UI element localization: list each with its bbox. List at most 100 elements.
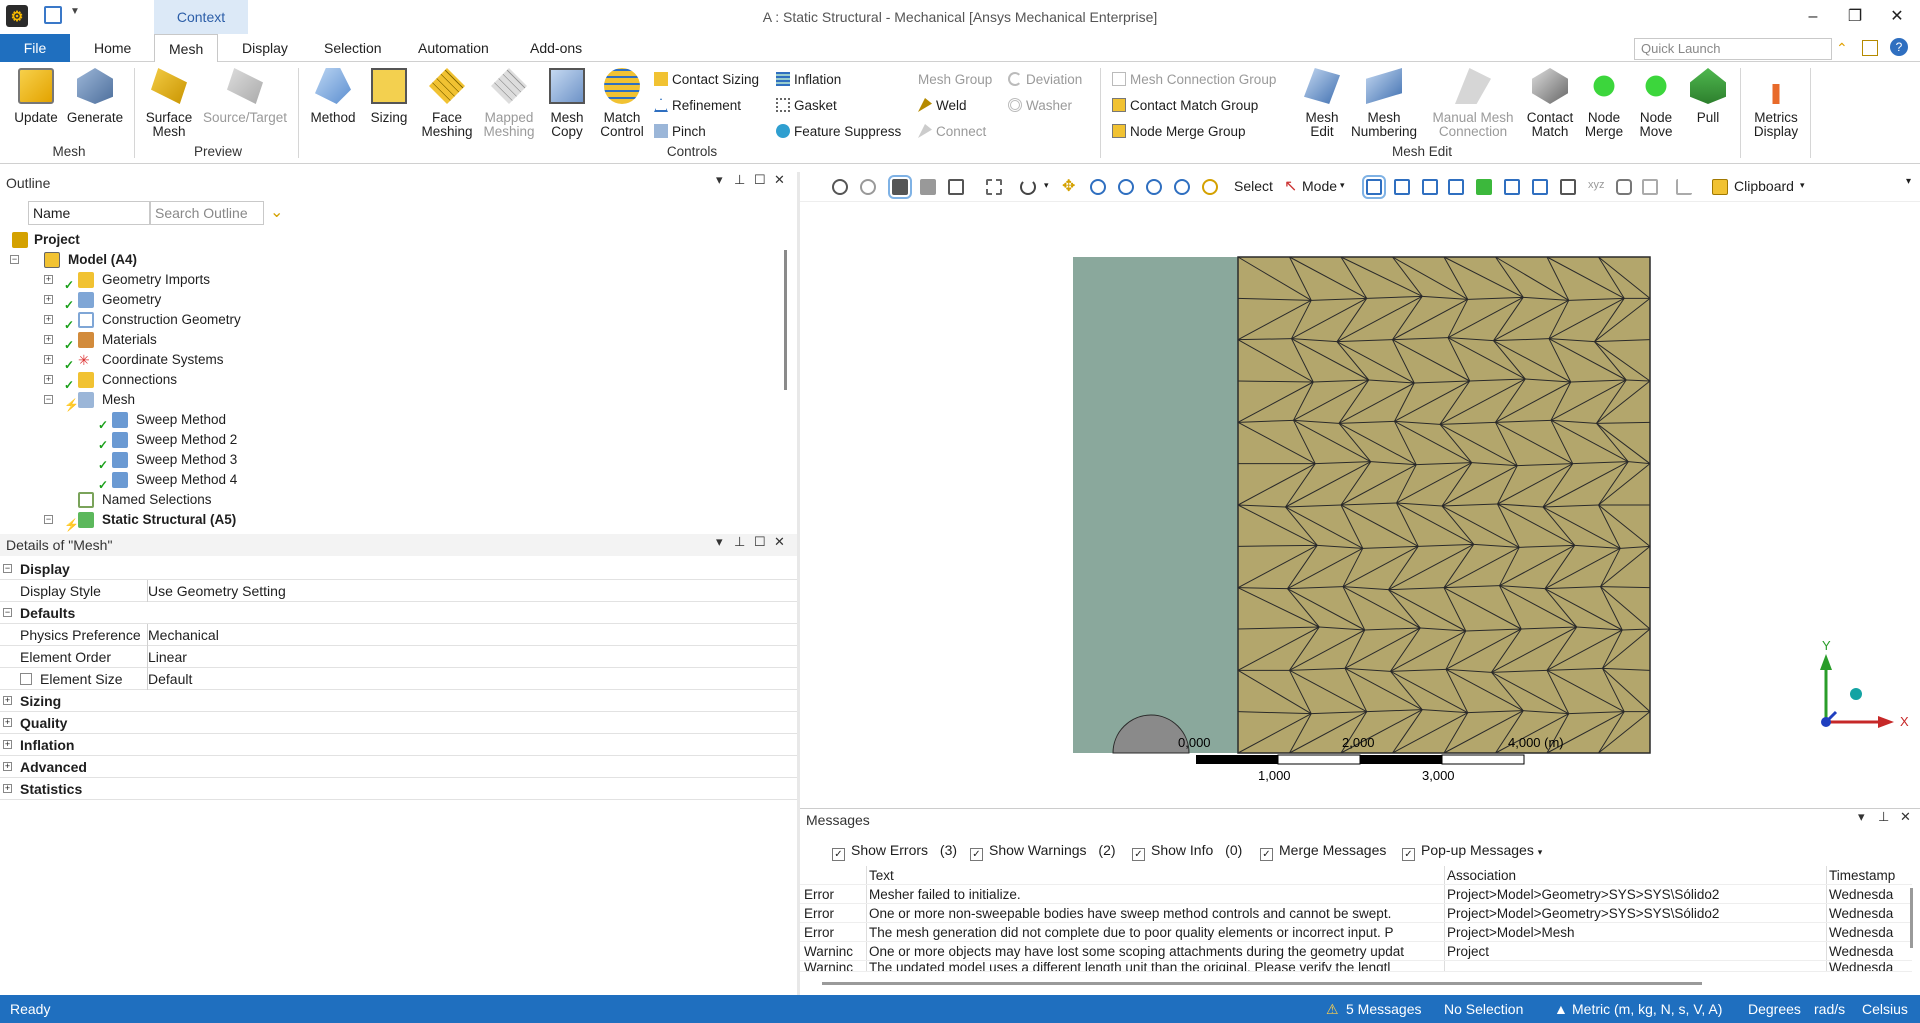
wireframe-icon[interactable] bbox=[920, 179, 936, 195]
mesh-copy-button[interactable]: Mesh Copy bbox=[540, 68, 594, 139]
panel-menu-icon[interactable]: ▾ bbox=[1858, 809, 1865, 825]
table-row[interactable]: Error One or more non-sweepable bodies h… bbox=[800, 904, 1912, 923]
popup-messages-toggle[interactable]: ✓ Pop-up Messages ▾ bbox=[1402, 842, 1542, 861]
messages-vertical-scrollbar[interactable] bbox=[1910, 888, 1913, 948]
node-merge-button[interactable]: Node Merge bbox=[1578, 68, 1630, 139]
node-move-button[interactable]: Node Move bbox=[1630, 68, 1682, 139]
pinch-button[interactable]: Pinch bbox=[654, 122, 706, 142]
close-button[interactable]: ✕ bbox=[1876, 0, 1918, 34]
column-header-text[interactable]: Text bbox=[866, 866, 1440, 884]
contact-sizing-button[interactable]: Contact Sizing bbox=[654, 70, 759, 90]
mesh-edit-button[interactable]: Mesh Edit bbox=[1296, 68, 1348, 139]
checkbox-checked-icon[interactable]: ✓ bbox=[1402, 848, 1415, 861]
sizing-button[interactable]: Sizing bbox=[362, 68, 416, 125]
tab-mesh[interactable]: Mesh bbox=[154, 34, 219, 63]
section-defaults[interactable]: − Defaults bbox=[0, 602, 797, 624]
mode-dropdown-icon[interactable]: ▾ bbox=[1340, 180, 1345, 191]
status-temperature-unit[interactable]: Celsius bbox=[1862, 995, 1908, 1023]
collapse-icon[interactable]: − bbox=[3, 564, 12, 573]
select-body-icon[interactable] bbox=[1448, 179, 1464, 195]
row-physics-preference[interactable]: Physics Preference Mechanical bbox=[0, 624, 797, 646]
method-button[interactable]: Method bbox=[304, 68, 362, 125]
tab-file[interactable]: File bbox=[0, 34, 70, 62]
save-icon[interactable] bbox=[44, 6, 62, 24]
status-rotation-unit[interactable]: rad/s bbox=[1814, 995, 1845, 1023]
pin-panel-icon[interactable]: ⊥ bbox=[734, 534, 745, 550]
manual-mesh-connection-button[interactable]: Manual Mesh Connection bbox=[1420, 68, 1526, 139]
collapse-icon[interactable]: − bbox=[44, 515, 53, 524]
contact-match-button[interactable]: Contact Match bbox=[1522, 68, 1578, 139]
row-element-size[interactable]: Element Size Default bbox=[0, 668, 797, 690]
select-element-icon[interactable] bbox=[1532, 179, 1548, 195]
table-row[interactable]: Warninc The updated model uses a differe… bbox=[800, 961, 1912, 972]
outline-scrollbar[interactable] bbox=[784, 250, 787, 390]
zoom-icon[interactable] bbox=[1090, 179, 1106, 195]
expand-icon[interactable]: + bbox=[44, 295, 53, 304]
merge-messages-toggle[interactable]: ✓ Merge Messages bbox=[1260, 842, 1386, 861]
maximize-panel-icon[interactable]: ☐ bbox=[754, 172, 766, 188]
magnifier-icon[interactable] bbox=[1174, 179, 1190, 195]
property-value[interactable]: Default bbox=[147, 668, 192, 690]
close-panel-icon[interactable]: ✕ bbox=[774, 172, 785, 188]
property-value[interactable]: Linear bbox=[147, 646, 187, 668]
chart-icon[interactable] bbox=[1676, 179, 1692, 195]
table-row[interactable]: Warninc One or more objects may have los… bbox=[800, 942, 1912, 961]
tab-home[interactable]: Home bbox=[80, 34, 145, 62]
checkbox-checked-icon[interactable]: ✓ bbox=[970, 848, 983, 861]
select-mode-dropdown[interactable]: Mode bbox=[1302, 178, 1337, 194]
status-angle-unit[interactable]: Degrees bbox=[1748, 995, 1801, 1023]
section-advanced[interactable]: + Advanced bbox=[0, 756, 797, 778]
annotation-icon[interactable] bbox=[1616, 179, 1632, 195]
rotate-dropdown-icon[interactable]: ▾ bbox=[1044, 180, 1049, 191]
name-filter-select[interactable]: Name bbox=[28, 201, 150, 225]
panel-menu-icon[interactable]: ▾ bbox=[716, 534, 723, 550]
coordinate-triad[interactable]: Y X bbox=[1820, 638, 1909, 729]
checkbox-checked-icon[interactable]: ✓ bbox=[1132, 848, 1145, 861]
column-header-association[interactable]: Association bbox=[1444, 866, 1824, 884]
mesh-graphics[interactable]: 0,000 2,000 4,000 (m) 1,000 3,000 Y X bbox=[800, 204, 1920, 806]
section-display[interactable]: − Display bbox=[0, 558, 797, 580]
select-cursor-icon[interactable]: ↖ bbox=[1284, 176, 1297, 196]
tab-selection[interactable]: Selection bbox=[310, 34, 396, 62]
expand-icon[interactable]: + bbox=[3, 740, 12, 749]
mesh-numbering-button[interactable]: Mesh Numbering bbox=[1348, 68, 1420, 139]
mapped-meshing-button[interactable]: Mapped Meshing bbox=[478, 68, 540, 139]
select-edge-icon[interactable] bbox=[1394, 179, 1410, 195]
mesh-connection-group-button[interactable]: Mesh Connection Group bbox=[1112, 70, 1276, 90]
context-tab[interactable]: Context bbox=[154, 0, 248, 34]
status-messages[interactable]: 5 Messages bbox=[1346, 995, 1421, 1023]
deviation-button[interactable]: Deviation bbox=[1008, 70, 1082, 90]
maximize-panel-icon[interactable]: ☐ bbox=[754, 534, 766, 550]
expand-icon[interactable]: + bbox=[44, 275, 53, 284]
zoom-in-icon[interactable] bbox=[832, 179, 848, 195]
label-icon[interactable] bbox=[1642, 179, 1658, 195]
help-icon[interactable]: ? bbox=[1890, 38, 1908, 56]
close-panel-icon[interactable]: ✕ bbox=[774, 534, 785, 550]
expand-icon[interactable]: + bbox=[3, 762, 12, 771]
box-zoom-icon[interactable] bbox=[1118, 179, 1134, 195]
ansys-logo-icon[interactable]: ⚙ bbox=[6, 5, 28, 27]
clipboard-icon[interactable] bbox=[1712, 179, 1728, 195]
graphics-viewport[interactable]: 0,000 2,000 4,000 (m) 1,000 3,000 Y X bbox=[800, 204, 1920, 806]
show-errors-toggle[interactable]: ✓ Show Errors (3) bbox=[832, 842, 957, 861]
show-info-toggle[interactable]: ✓ Show Info (0) bbox=[1132, 842, 1242, 861]
isometric-view-ball[interactable] bbox=[1850, 688, 1862, 700]
metrics-display-button[interactable]: Metrics Display bbox=[1744, 68, 1808, 139]
show-mesh-icon[interactable] bbox=[948, 179, 964, 195]
row-display-style[interactable]: Display Style Use Geometry Setting bbox=[0, 580, 797, 602]
select-face-icon[interactable] bbox=[1422, 179, 1438, 195]
column-header-timestamp[interactable]: Timestamp bbox=[1826, 866, 1906, 884]
expand-icon[interactable]: + bbox=[3, 718, 12, 727]
section-quality[interactable]: + Quality bbox=[0, 712, 797, 734]
column-header-type[interactable] bbox=[804, 866, 864, 884]
tab-automation[interactable]: Automation bbox=[404, 34, 503, 62]
left-body[interactable] bbox=[1073, 257, 1238, 753]
refinement-button[interactable]: Refinement bbox=[654, 96, 741, 116]
feature-suppress-button[interactable]: Feature Suppress bbox=[776, 122, 901, 142]
checkbox-checked-icon[interactable]: ✓ bbox=[832, 848, 845, 861]
quick-access-dropdown-icon[interactable]: ▼ bbox=[70, 6, 80, 17]
extend-selection-icon[interactable] bbox=[1560, 179, 1576, 195]
messages-horizontal-scrollbar[interactable] bbox=[822, 982, 1702, 985]
update-button[interactable]: Update bbox=[8, 68, 64, 125]
pull-button[interactable]: Pull bbox=[1682, 68, 1734, 125]
